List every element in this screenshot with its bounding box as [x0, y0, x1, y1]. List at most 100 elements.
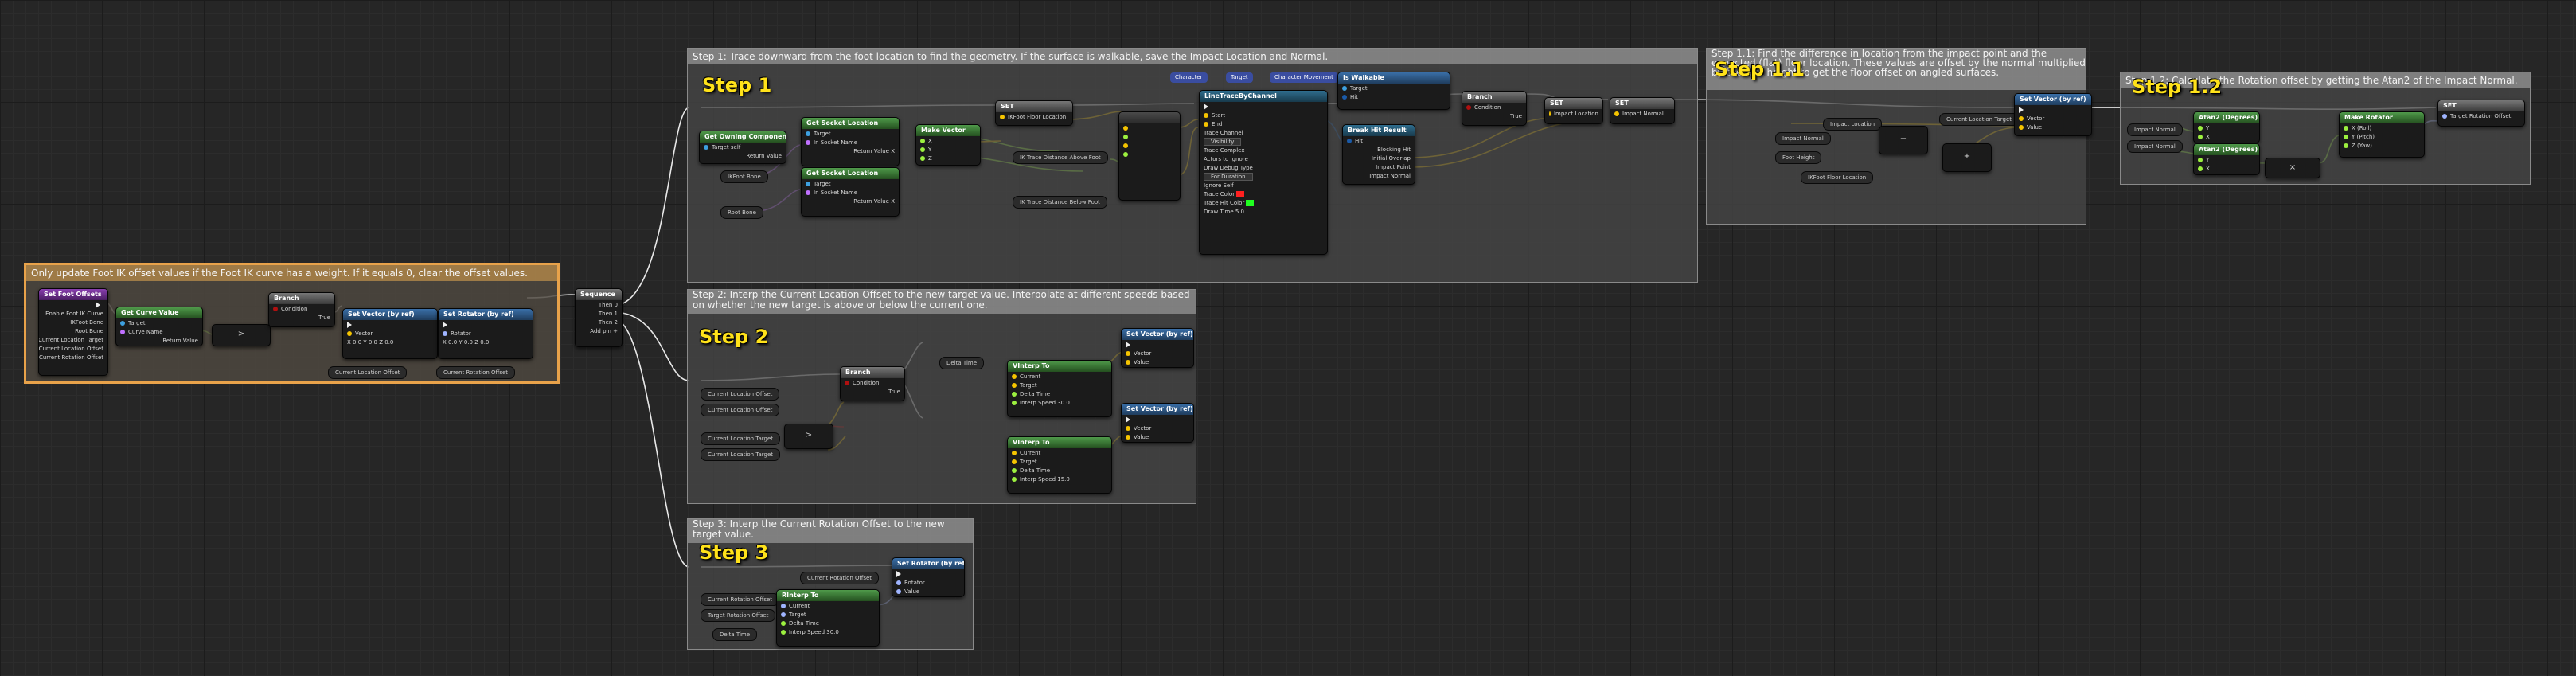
float-pin-icon[interactable] — [920, 138, 925, 143]
node-compare-greater[interactable]: > — [784, 424, 833, 449]
variable-get-current-location-offset[interactable]: Current Location Offset — [701, 404, 780, 416]
variable-get-ikfoot-bone[interactable]: IKFoot Bone — [720, 170, 768, 183]
variable-get-root-bone[interactable]: Root Bone — [720, 206, 763, 219]
variable-get-current-rotation-offset[interactable]: Current Rotation Offset — [701, 593, 780, 606]
node-sequence[interactable]: Sequence Then 0 Then 1 Then 2 Add pin + — [575, 288, 623, 347]
vector-pin-icon[interactable] — [1123, 125, 1128, 131]
exec-pin-icon[interactable] — [96, 301, 100, 308]
vector-pin-icon[interactable] — [1126, 434, 1130, 440]
node-line-trace-by-channel[interactable]: LineTraceByChannel Start End Trace Chann… — [1199, 90, 1328, 255]
struct-pin-icon[interactable] — [1347, 138, 1352, 143]
exec-pin-icon[interactable] — [1126, 341, 1130, 348]
bool-pin-icon[interactable] — [273, 306, 278, 311]
target-pill[interactable]: Target — [1226, 72, 1253, 83]
float-pin-icon[interactable] — [1012, 476, 1017, 482]
pin-default-value[interactable]: X 0.0 Y 0.0 Z 0.0 — [439, 338, 533, 346]
node-multiply-float[interactable]: × — [2265, 158, 2320, 178]
vector-pin-icon[interactable] — [1204, 112, 1208, 118]
node-set-rotator-a[interactable]: Set Rotator (by ref) Rotator X 0.0 Y 0.0… — [438, 308, 533, 359]
pin-default-value[interactable]: X 0.0 Y 0.0 Z 0.0 — [343, 338, 437, 346]
float-pin-icon[interactable] — [781, 629, 786, 635]
node-vector-add[interactable]: + — [1942, 143, 1992, 172]
variable-get-current-location-offset[interactable]: Current Location Offset — [701, 388, 780, 401]
vector-pin-icon[interactable] — [1126, 425, 1130, 431]
exec-pin-icon[interactable] — [347, 321, 352, 328]
float-pin-icon[interactable] — [2344, 125, 2348, 131]
rotator-pin-icon[interactable] — [896, 580, 901, 585]
variable-get-delta-time[interactable]: Delta Time — [712, 628, 758, 641]
node-branch-c[interactable]: Branch Condition True — [840, 366, 905, 401]
float-pin-icon[interactable] — [781, 620, 786, 626]
variable-get-current-rotation-offset[interactable]: Current Rotation Offset — [800, 572, 880, 584]
rotator-pin-icon[interactable] — [781, 603, 786, 608]
vector-pin-icon[interactable] — [1614, 111, 1619, 116]
float-pin-icon[interactable] — [920, 155, 925, 161]
bool-pin-icon[interactable] — [1466, 104, 1471, 110]
exec-pin-icon[interactable] — [1204, 103, 1208, 110]
node-vector-subtract[interactable]: − — [1879, 126, 1928, 154]
exec-pin-icon[interactable] — [1126, 416, 1130, 423]
object-pin-icon[interactable] — [1342, 85, 1347, 91]
trace-channel-dropdown[interactable]: Visibility — [1204, 137, 1242, 146]
rotator-pin-icon[interactable] — [443, 330, 447, 336]
variable-get-character-movement[interactable]: Character Movement — [1270, 72, 1338, 83]
vector-pin-icon[interactable] — [1126, 350, 1130, 356]
variable-get-current-location-target[interactable]: Current Location Target — [1939, 113, 2020, 126]
add-pin-button[interactable]: Add pin + — [576, 326, 622, 335]
node-set-vector-d[interactable]: Set Vector (by ref) Vector Value — [1121, 403, 1194, 443]
node-get-owning-component[interactable]: Get Owning Component Target self Return … — [699, 131, 786, 164]
name-pin-icon[interactable] — [806, 190, 810, 195]
float-pin-icon[interactable] — [2198, 134, 2203, 139]
name-pin-icon[interactable] — [120, 329, 125, 334]
node-set-vector-a[interactable]: Set Vector (by ref) Vector X 0.0 Y 0.0 Z… — [342, 308, 438, 359]
vector-pin-icon[interactable] — [1012, 382, 1017, 388]
node-branch-b[interactable]: Branch Condition True — [1462, 91, 1527, 126]
vector-pin-icon[interactable] — [1549, 111, 1551, 116]
variable-get-character[interactable]: Character — [1170, 72, 1208, 83]
vector-pin-icon[interactable] — [1000, 114, 1005, 119]
vector-pin-icon[interactable] — [1012, 450, 1017, 455]
vector-pin-icon[interactable] — [347, 330, 352, 336]
variable-get-current-location-target[interactable]: Current Location Target — [701, 448, 781, 461]
float-pin-icon[interactable] — [2344, 143, 2348, 148]
exec-pin-icon[interactable] — [896, 570, 901, 577]
node-is-walkable[interactable]: Is Walkable Target Hit — [1337, 72, 1450, 110]
variable-get-target-rotation-offset[interactable]: Target Rotation Offset — [701, 609, 776, 622]
node-set-target-rotation-offset[interactable]: SET Target Rotation Offset — [2437, 100, 2525, 127]
float-pin-icon[interactable] — [1012, 400, 1017, 405]
node-set-vector-c[interactable]: Set Vector (by ref) Vector Value — [1121, 328, 1194, 368]
node-vinterp-to-2[interactable]: VInterp To Current Target Delta Time Int… — [1007, 436, 1112, 494]
node-get-socket-location-1[interactable]: Get Socket Location Target In Socket Nam… — [801, 117, 900, 166]
name-pin-icon[interactable] — [806, 139, 810, 145]
rotator-pin-icon[interactable] — [2442, 113, 2447, 119]
node-get-socket-location-2[interactable]: Get Socket Location Target In Socket Nam… — [801, 167, 900, 217]
variable-get-impact-normal[interactable]: Impact Normal — [2127, 140, 2183, 153]
variable-get-delta-time[interactable]: Delta Time — [939, 357, 985, 369]
trace-hit-color-swatch[interactable] — [1246, 199, 1255, 206]
rotator-pin-icon[interactable] — [896, 588, 901, 594]
object-pin-icon[interactable] — [120, 320, 125, 326]
variable-get-current-location-target[interactable]: Current Location Target — [701, 432, 781, 445]
node-set-rotator-b[interactable]: Set Rotator (by ref) Rotator Value — [892, 557, 965, 597]
variable-get-trace-distance-above[interactable]: IK Trace Distance Above Foot — [1013, 151, 1108, 164]
node-set-impact-normal[interactable]: SET Impact Normal — [1610, 97, 1675, 124]
vector-pin-icon[interactable] — [2019, 115, 2024, 121]
variable-get-ikfoot-floor-location[interactable]: IKFoot Floor Location — [1801, 171, 1874, 184]
node-make-rotator[interactable]: Make Rotator X (Roll) Y (Pitch) Z (Yaw) — [2339, 111, 2425, 158]
vector-pin-icon[interactable] — [2019, 124, 2024, 130]
vector-pin-icon[interactable] — [1123, 143, 1128, 148]
variable-get-foot-height[interactable]: Foot Height — [1775, 151, 1822, 164]
vector-pin-icon[interactable] — [1126, 359, 1130, 365]
float-pin-icon[interactable] — [2198, 166, 2203, 171]
float-pin-icon[interactable] — [2344, 134, 2348, 139]
node-vector-math[interactable] — [1118, 111, 1181, 201]
variable-get-impact-normal[interactable]: Impact Normal — [2127, 123, 2183, 136]
bool-pin-icon[interactable] — [845, 380, 849, 385]
exec-pin-icon[interactable] — [2019, 106, 2024, 113]
node-atan2-degrees-1[interactable]: Atan2 (Degrees) Y X — [2193, 111, 2260, 143]
variable-get-current-rotation-offset[interactable]: Current Rotation Offset — [436, 366, 516, 379]
function-entry-set-foot-offsets[interactable]: Set Foot Offsets Enable Foot IK Curve IK… — [38, 288, 108, 376]
float-pin-icon[interactable] — [1123, 151, 1128, 157]
object-pin-icon[interactable] — [806, 181, 810, 186]
node-break-hit-result[interactable]: Break Hit Result Hit Blocking Hit Initia… — [1342, 124, 1415, 185]
